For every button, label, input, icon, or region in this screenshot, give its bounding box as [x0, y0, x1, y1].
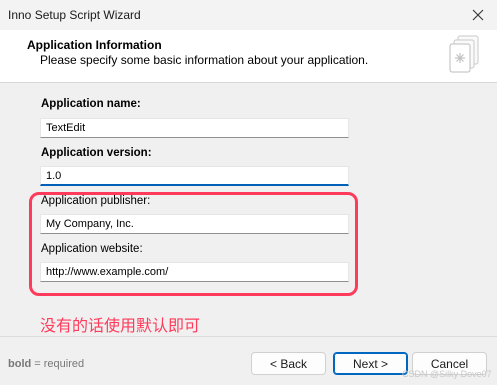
wizard-setup-icon	[449, 35, 479, 73]
annotation-text: 没有的话使用默认即可	[40, 316, 201, 335]
wizard-header: Application Information Please specify s…	[0, 30, 497, 83]
app-version-label: Application version:	[41, 147, 152, 159]
required-legend: bold = required	[8, 358, 84, 370]
next-button[interactable]: Next >	[333, 352, 408, 375]
title-bar: Inno Setup Script Wizard	[0, 0, 497, 30]
footer-divider	[0, 336, 497, 337]
optional-fields-highlight	[29, 192, 358, 296]
app-name-input[interactable]	[40, 118, 349, 138]
required-legend-text: = required	[31, 358, 85, 370]
window-title: Inno Setup Script Wizard	[8, 8, 141, 22]
watermark: CSDN @Silky Dove07	[402, 369, 492, 379]
page-subtitle: Please specify some basic information ab…	[40, 53, 369, 67]
app-version-input[interactable]	[40, 166, 349, 186]
close-button[interactable]	[458, 0, 497, 30]
back-button[interactable]: < Back	[251, 352, 326, 375]
close-icon	[472, 9, 483, 21]
page-title: Application Information	[27, 38, 162, 52]
app-name-label: Application name:	[41, 98, 141, 110]
required-legend-bold: bold	[8, 358, 32, 370]
